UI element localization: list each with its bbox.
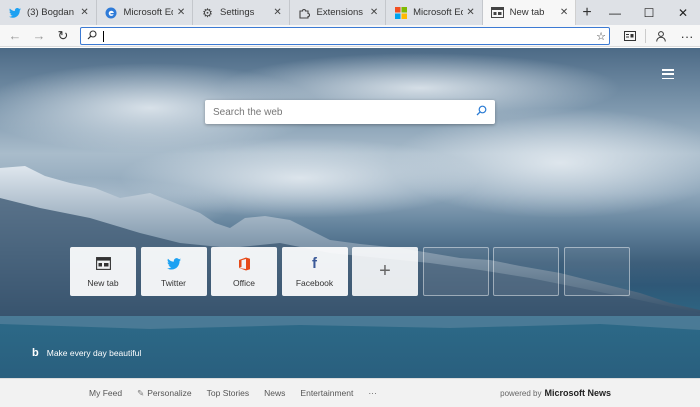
new-tab-page: Search the web New tab Twitter Office f … [0, 48, 700, 378]
toolbar: ← → ↻ ☆ ··· [0, 25, 700, 47]
microsoft-icon [394, 6, 407, 19]
back-icon[interactable]: ← [3, 25, 27, 47]
maximize-icon[interactable]: ☐ [632, 0, 666, 25]
search-placeholder: Search the web [213, 106, 283, 118]
tab-title: Microsoft Edge Insid [123, 7, 174, 18]
top-site-office[interactable]: Office [211, 247, 277, 296]
top-site-label: Twitter [160, 277, 187, 288]
background-landscape-image [0, 53, 700, 378]
bing-logo-icon: b [32, 347, 39, 359]
empty-site-slot [422, 247, 489, 296]
newtab-icon [490, 6, 504, 19]
empty-site-slot [493, 247, 559, 296]
tab-title: Settings [220, 7, 255, 18]
top-site-label: Facebook [295, 277, 334, 288]
search-icon[interactable] [476, 105, 487, 119]
search-icon [87, 29, 97, 43]
close-icon[interactable]: ✕ [466, 7, 476, 18]
extensions-icon [298, 6, 311, 19]
pencil-icon: ✎ [137, 387, 145, 398]
toolbar-right: ··· [617, 25, 700, 47]
tab-title: Microsoft Edge Insid [413, 7, 463, 18]
bing-image-caption[interactable]: b Make every day beautiful [32, 347, 141, 359]
twitter-icon [166, 256, 181, 272]
forward-icon[interactable]: → [27, 25, 51, 47]
tab-settings[interactable]: ⚙ Settings ✕ [193, 0, 290, 25]
top-site-twitter[interactable]: Twitter [140, 247, 207, 296]
newtab-icon [95, 256, 111, 272]
feed-tab-my-feed[interactable]: My Feed [89, 388, 122, 398]
toolbar-divider [645, 29, 646, 43]
more-options-icon[interactable]: ··· [674, 29, 700, 44]
news-feed-bar: My Feed ✎ Personalize Top Stories News E… [0, 378, 700, 407]
powered-by-brand: Microsoft News [544, 388, 611, 398]
tab-twitter[interactable]: (3) Bogdan Popa (@ ✕ [0, 0, 97, 25]
top-site-facebook[interactable]: f Facebook [281, 247, 348, 296]
feed-tab-top-stories[interactable]: Top Stories [207, 388, 250, 398]
favorite-star-icon[interactable]: ☆ [593, 30, 609, 43]
office-icon [238, 256, 251, 272]
powered-by-prefix: powered by [500, 388, 542, 398]
edge-icon [105, 6, 118, 19]
feed-tab-label: Personalize [147, 388, 192, 398]
tab-title: (3) Bogdan Popa (@ [27, 7, 77, 18]
refresh-icon[interactable]: ↻ [51, 25, 75, 47]
twitter-icon [8, 6, 21, 19]
feed-tab-personalize[interactable]: ✎ Personalize [137, 388, 192, 399]
address-bar[interactable]: ☆ [80, 27, 610, 45]
close-icon[interactable]: ✕ [176, 7, 186, 18]
powered-by: powered by Microsoft News [500, 388, 611, 398]
close-icon[interactable]: ✕ [80, 7, 90, 18]
page-settings-menu-icon[interactable] [662, 69, 674, 79]
tab-title: Extensions [316, 7, 364, 18]
feed-more-button[interactable]: ··· [368, 388, 377, 398]
tab-title: New tab [509, 7, 545, 18]
close-icon[interactable]: ✕ [559, 7, 569, 18]
search-box[interactable]: Search the web [205, 100, 495, 124]
facebook-icon: f [312, 255, 317, 272]
address-input[interactable] [104, 30, 593, 42]
tab-extensions[interactable]: Extensions ✕ [290, 0, 387, 25]
profile-icon[interactable] [648, 30, 674, 42]
extension-icon[interactable] [617, 31, 643, 41]
top-site-label: New tab [87, 277, 119, 288]
add-site-button[interactable]: + [352, 247, 418, 296]
feed-tab-entertainment[interactable]: Entertainment [300, 388, 353, 398]
plus-icon: + [379, 260, 391, 282]
close-window-icon[interactable]: ✕ [666, 0, 700, 25]
top-sites: New tab Twitter Office f Facebook + [70, 247, 634, 296]
top-site-new-tab[interactable]: New tab [70, 247, 136, 296]
close-icon[interactable]: ✕ [273, 7, 283, 18]
tab-edge-insider-1[interactable]: Microsoft Edge Insid ✕ [97, 0, 194, 25]
tab-strip: (3) Bogdan Popa (@ ✕ Microsoft Edge Insi… [0, 0, 700, 25]
close-icon[interactable]: ✕ [369, 7, 379, 18]
tab-edge-insider-2[interactable]: Microsoft Edge Insid ✕ [386, 0, 483, 25]
minimize-icon[interactable]: — [598, 0, 632, 25]
window-controls: — ☐ ✕ [598, 0, 700, 25]
top-site-label: Office [232, 277, 256, 288]
feed-tab-news[interactable]: News [264, 388, 285, 398]
empty-site-slot [563, 247, 630, 296]
tab-new-tab[interactable]: New tab ✕ [482, 0, 577, 25]
new-tab-button[interactable]: + [576, 0, 598, 25]
bing-caption-text: Make every day beautiful [46, 348, 142, 358]
gear-icon: ⚙ [202, 5, 213, 20]
